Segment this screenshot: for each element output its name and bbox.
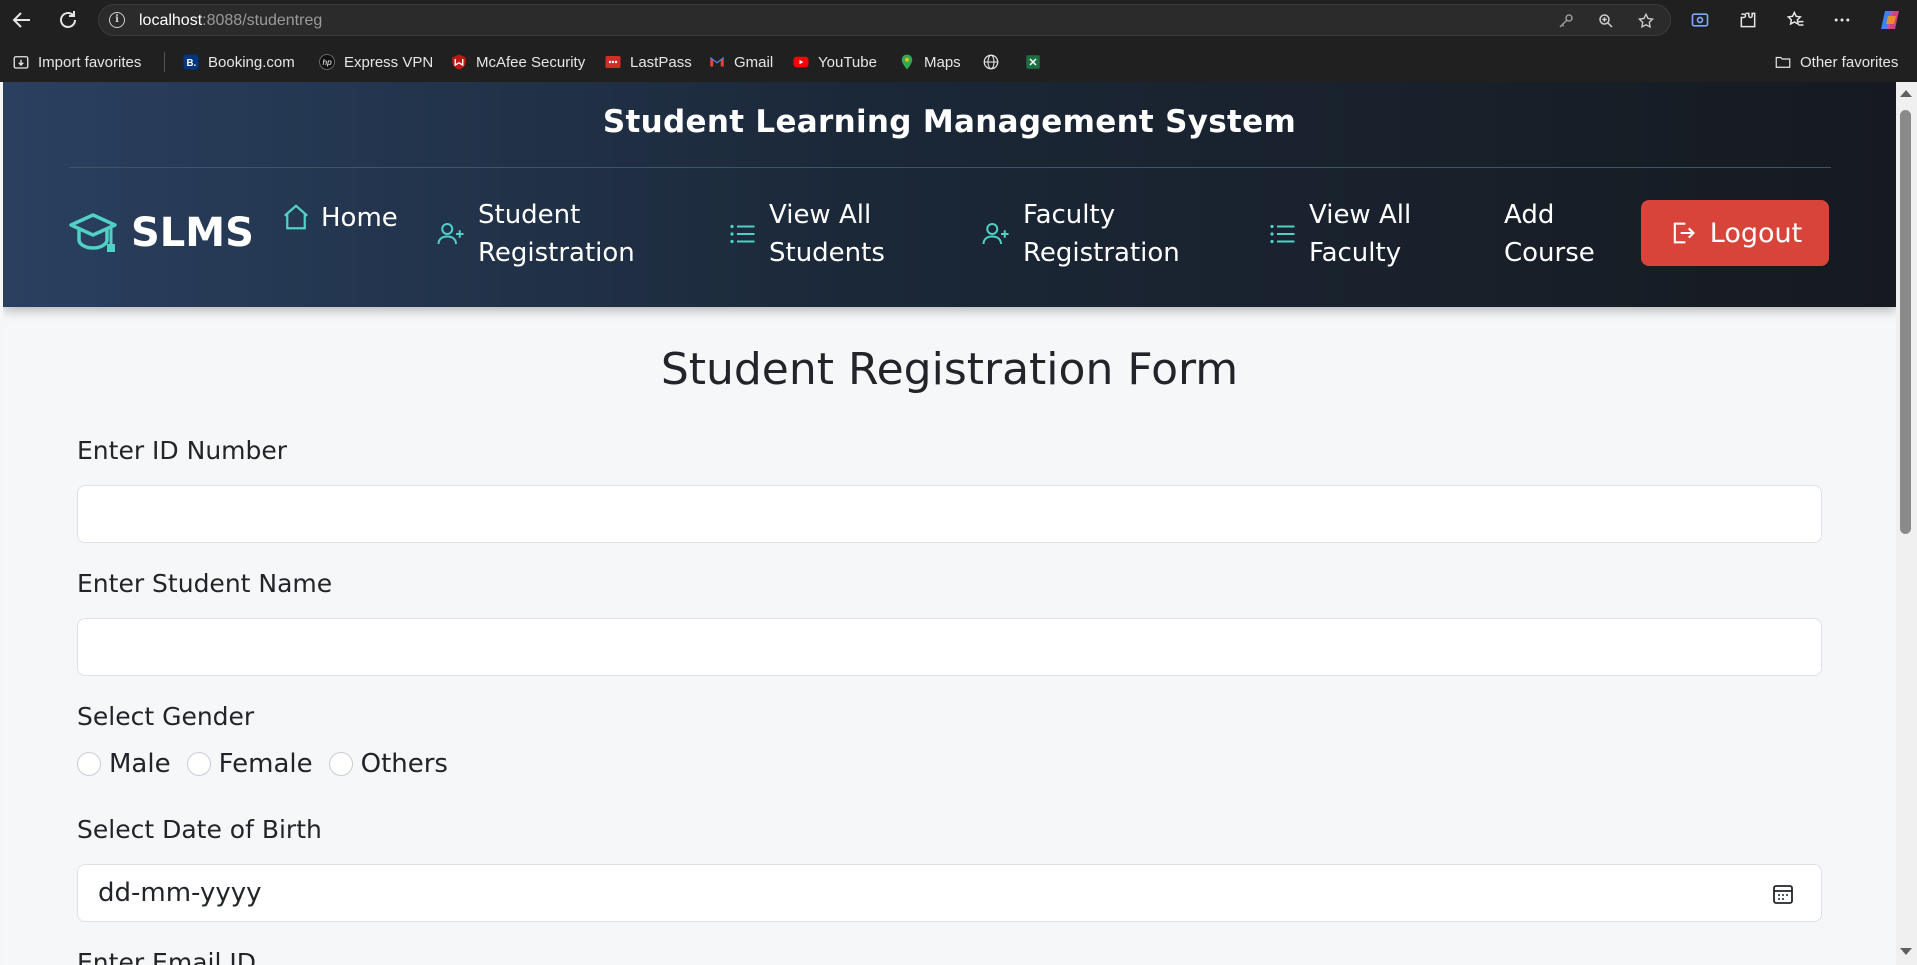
booking-icon: B. — [183, 54, 199, 70]
bookmark-lastpass[interactable]: LastPass — [604, 53, 692, 71]
home-icon — [284, 204, 308, 230]
site-info-icon[interactable]: i — [109, 12, 125, 28]
youtube-icon — [793, 56, 809, 68]
email-label: Enter Email ID — [77, 948, 256, 965]
gender-label: Select Gender — [77, 702, 255, 731]
mcafee-icon — [452, 54, 466, 70]
hp-icon: hp — [319, 54, 335, 70]
svg-text:hp: hp — [323, 58, 333, 67]
page: Student Learning Management System SLMS … — [3, 82, 1896, 965]
nav-view-all-students[interactable]: View All Students — [769, 196, 885, 272]
dob-label: Select Date of Birth — [77, 815, 322, 844]
gender-female[interactable]: Female — [186, 749, 313, 779]
address-bar[interactable]: i localhost:8088/studentreg — [98, 4, 1671, 36]
dob-input[interactable]: dd-mm-yyyy — [77, 864, 1822, 922]
graduation-cap-icon — [69, 213, 117, 252]
nav-view-all-faculty[interactable]: View All Faculty — [1309, 196, 1411, 272]
scrollbar-thumb[interactable] — [1900, 110, 1911, 534]
radio-female[interactable] — [186, 752, 211, 776]
gmail-icon — [709, 57, 725, 67]
header-divider — [69, 167, 1831, 168]
brand-logo[interactable]: SLMS — [69, 210, 254, 256]
bookmark-separator — [164, 52, 165, 72]
refresh-icon[interactable] — [56, 8, 80, 32]
dob-placeholder: dd-mm-yyyy — [98, 878, 262, 908]
nav-home[interactable]: Home — [321, 199, 398, 237]
more-icon[interactable] — [1832, 10, 1852, 30]
radio-male[interactable] — [77, 752, 101, 776]
person-add-icon — [437, 223, 464, 245]
brand-name: SLMS — [131, 210, 254, 256]
favorite-star-icon[interactable] — [1637, 12, 1655, 30]
key-icon[interactable] — [1557, 12, 1575, 30]
gender-male[interactable]: Male — [77, 749, 171, 779]
logout-icon — [1673, 222, 1695, 244]
scroll-up-icon[interactable] — [1900, 90, 1912, 97]
extensions-icon[interactable] — [1738, 10, 1758, 30]
app-header: Student Learning Management System SLMS … — [3, 82, 1896, 307]
favorites-icon[interactable] — [1786, 10, 1806, 30]
list-icon — [1270, 224, 1295, 244]
folder-icon — [1775, 56, 1791, 68]
bookmarks-bar: Import favorites B. Booking.com hp Expre… — [0, 44, 1917, 80]
bookmark-import-favorites[interactable]: Import favorites — [12, 53, 141, 71]
svg-text:B.: B. — [187, 58, 197, 69]
back-icon[interactable] — [10, 8, 34, 32]
bookmark-booking[interactable]: B. Booking.com — [182, 53, 295, 71]
logout-button[interactable]: Logout — [1641, 200, 1829, 266]
calendar-icon[interactable] — [1771, 882, 1795, 906]
excel-icon — [1026, 55, 1040, 69]
app-title: Student Learning Management System — [602, 104, 1297, 140]
nav-student-registration[interactable]: Student Registration — [478, 196, 635, 272]
bookmark-youtube[interactable]: YouTube — [792, 53, 877, 71]
copilot-icon[interactable] — [1878, 8, 1902, 32]
bookmark-excel[interactable] — [1024, 53, 1042, 71]
bookmark-express-vpn[interactable]: hp Express VPN — [318, 53, 433, 71]
globe-icon — [983, 54, 999, 70]
import-icon — [13, 56, 29, 69]
lastpass-icon — [605, 56, 621, 68]
nav-add-course[interactable]: Add Course — [1504, 196, 1595, 272]
nav-faculty-registration[interactable]: Faculty Registration — [1023, 196, 1180, 272]
name-input[interactable] — [77, 618, 1822, 676]
name-label: Enter Student Name — [77, 569, 333, 598]
maps-icon — [901, 54, 913, 70]
scroll-down-icon[interactable] — [1900, 948, 1912, 955]
list-icon — [730, 224, 755, 244]
page-scrollbar[interactable] — [1896, 82, 1917, 965]
browser-toolbar: i localhost:8088/studentreg — [0, 0, 1917, 40]
id-label: Enter ID Number — [77, 436, 288, 465]
gender-others[interactable]: Others — [328, 749, 448, 779]
radio-others[interactable] — [328, 752, 353, 776]
person-add-icon — [982, 223, 1009, 245]
form-title: Student Registration Form — [660, 344, 1239, 395]
zoom-icon[interactable] — [1597, 12, 1615, 30]
bookmark-gmail[interactable]: Gmail — [708, 53, 773, 71]
bookmark-globe[interactable] — [982, 53, 1000, 71]
screenshot-icon[interactable] — [1690, 10, 1710, 30]
bookmark-maps[interactable]: Maps — [898, 53, 961, 71]
id-input[interactable] — [77, 485, 1822, 543]
bookmark-mcafee[interactable]: McAfee Security — [450, 53, 585, 71]
gender-radio-group: Male Female Others — [77, 749, 452, 779]
url-text: localhost:8088/studentreg — [139, 12, 323, 29]
other-favorites[interactable]: Other favorites — [1774, 53, 1898, 71]
